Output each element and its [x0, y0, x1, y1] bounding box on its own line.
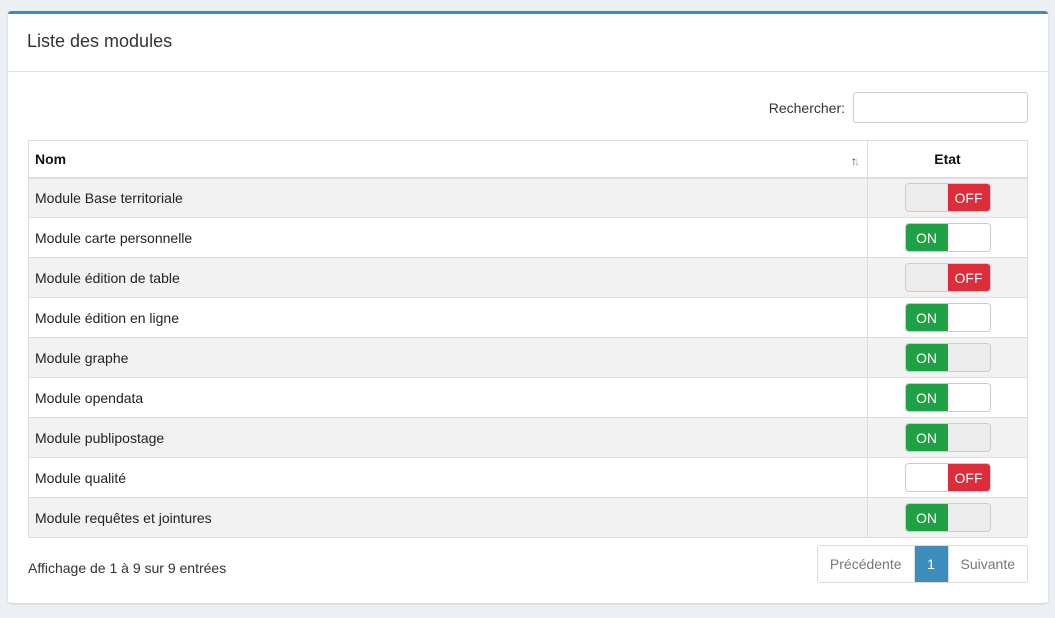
modules-table: Nom ↑↓ Etat Module Base territoriale OFF M… [28, 140, 1028, 538]
table-row: Module requêtes et jointures ON [28, 497, 1028, 538]
toggle-state-label: ON [905, 384, 948, 411]
toggle-handle [947, 424, 990, 451]
module-state-cell: ON [867, 337, 1028, 378]
module-state-toggle[interactable]: ON [904, 503, 991, 532]
modules-table-wrapper: Nom ↑↓ Etat Module Base territoriale OFF M… [28, 140, 1028, 538]
module-state-cell: ON [867, 377, 1028, 418]
module-state-toggle[interactable]: ON [904, 423, 991, 452]
toggle-handle [947, 384, 990, 411]
column-header-name-label: Nom [35, 150, 67, 167]
sort-ascending-icon: ↑↓ [851, 154, 860, 168]
module-state-cell: OFF [867, 257, 1028, 298]
toggle-handle [905, 184, 948, 212]
module-state-toggle[interactable]: ON [904, 223, 991, 252]
table-info: Affichage de 1 à 9 sur 9 entrées [28, 560, 227, 576]
module-state-cell: OFF [867, 177, 1028, 218]
module-name-cell: Module publipostage [28, 417, 868, 458]
module-name-cell: Module opendata [28, 377, 868, 418]
column-header-name[interactable]: Nom ↑↓ [28, 140, 868, 179]
table-row: Module opendata ON [28, 377, 1028, 418]
module-name-cell: Module Base territoriale [28, 177, 868, 218]
page-1-button[interactable]: 1 [914, 546, 949, 582]
module-state-cell: ON [867, 497, 1028, 538]
toggle-state-label: ON [905, 344, 948, 371]
previous-page-button[interactable]: Précédente [817, 546, 915, 582]
module-name-cell: Module carte personnelle [28, 217, 868, 258]
module-state-cell: ON [867, 217, 1028, 258]
module-state-toggle[interactable]: ON [904, 343, 991, 372]
table-row: Module publipostage ON [28, 417, 1028, 458]
table-row: Module Base territoriale OFF [28, 177, 1028, 218]
module-name-cell: Module édition en ligne [28, 297, 868, 338]
table-row: Module qualité OFF [28, 457, 1028, 498]
search-bar: Rechercher: [769, 92, 1028, 123]
toggle-handle [905, 464, 948, 491]
column-header-state[interactable]: Etat [867, 140, 1028, 179]
module-state-toggle[interactable]: ON [904, 303, 991, 332]
search-input[interactable] [853, 92, 1028, 123]
module-state-cell: OFF [867, 457, 1028, 498]
toggle-handle [947, 504, 990, 531]
table-body: Module Base territoriale OFF Module carte … [28, 177, 1028, 538]
table-row: Module graphe ON [28, 337, 1028, 378]
module-state-toggle[interactable]: ON [904, 383, 991, 412]
toggle-handle [947, 224, 990, 251]
toggle-state-label: ON [905, 224, 948, 251]
pagination: Précédente 1 Suivante [816, 545, 1028, 583]
module-name-cell: Module requêtes et jointures [28, 497, 868, 538]
modules-box: Liste des modules Rechercher: Nom ↑↓ Eta… [8, 11, 1048, 603]
module-name-cell: Module qualité [28, 457, 868, 498]
table-row: Module carte personnelle ON [28, 217, 1028, 258]
module-state-toggle[interactable]: OFF [904, 463, 991, 492]
toggle-state-label: OFF [947, 264, 990, 291]
module-state-toggle[interactable]: OFF [904, 183, 991, 213]
toggle-state-label: ON [905, 504, 948, 531]
module-state-cell: ON [867, 417, 1028, 458]
toggle-state-label: OFF [947, 184, 990, 212]
toggle-handle [947, 344, 990, 371]
toggle-handle [947, 304, 990, 331]
search-label: Rechercher: [768, 99, 845, 116]
box-header: Liste des modules [8, 14, 1048, 72]
toggle-handle [905, 264, 948, 291]
toggle-state-label: ON [905, 304, 948, 331]
module-state-cell: ON [867, 297, 1028, 338]
next-page-button[interactable]: Suivante [948, 546, 1027, 582]
module-state-toggle[interactable]: OFF [904, 263, 991, 292]
module-name-cell: Module graphe [28, 337, 868, 378]
toggle-state-label: OFF [947, 464, 990, 491]
box-title: Liste des modules [27, 31, 173, 51]
module-name-cell: Module édition de table [28, 257, 868, 298]
table-row: Module édition de table OFF [28, 257, 1028, 298]
table-header-row: Nom ↑↓ Etat [28, 140, 1028, 179]
toggle-state-label: ON [905, 424, 948, 451]
table-row: Module édition en ligne ON [28, 297, 1028, 338]
